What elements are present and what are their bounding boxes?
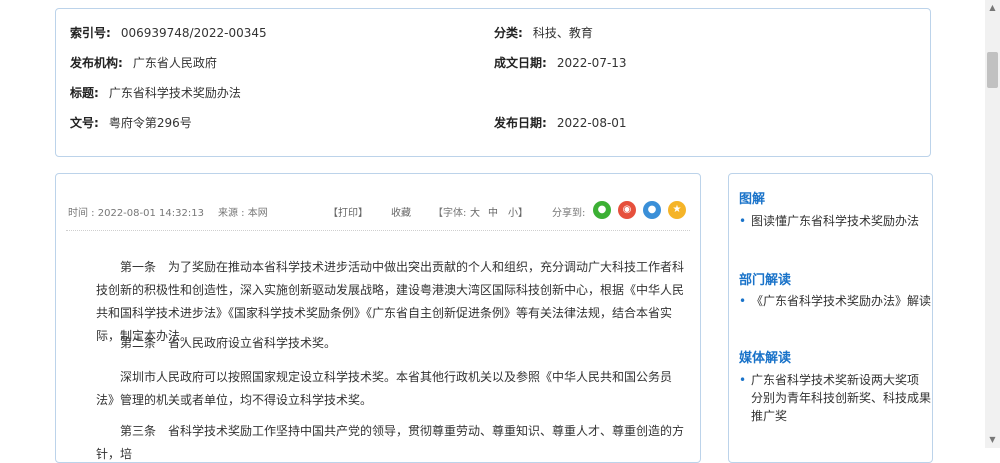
media-section-title: 媒体解读 bbox=[739, 351, 792, 366]
scroll-thumb[interactable] bbox=[987, 52, 998, 88]
dept-link-text[interactable]: 《广东省科学技术奖励办法》解读 bbox=[751, 294, 931, 308]
font-small-link[interactable]: 小】 bbox=[508, 204, 528, 219]
article-panel: 时间 : 2022-08-01 14:32:13 来源 : 本网 【打印】 收藏… bbox=[55, 173, 701, 463]
scroll-up-icon[interactable]: ▲ bbox=[985, 2, 1000, 14]
share-label: 分享到: bbox=[552, 208, 586, 219]
title-label: 标题: bbox=[70, 86, 99, 100]
category-label: 分类: bbox=[494, 26, 523, 40]
bullet-icon: • bbox=[739, 373, 747, 387]
article-paragraph: 第二条 省人民政府设立省科学技术奖。 bbox=[120, 336, 337, 350]
doc-number-label: 文号: bbox=[70, 116, 99, 130]
document-metadata-panel: 索引号: 006939748/2022-00345 分类: 科技、教育 发布机构: 广… bbox=[55, 8, 931, 157]
date-made-value: 2022-07-13 bbox=[556, 56, 627, 70]
date-made-label: 成文日期: bbox=[494, 56, 547, 70]
font-large-link[interactable]: 大 bbox=[470, 204, 480, 219]
title-value: 广东省科学技术奖励办法 bbox=[108, 86, 241, 100]
issuer-value: 广东省人民政府 bbox=[132, 56, 217, 70]
media-link[interactable]: • 广东省科学技术奖新设两大奖项 分别为青年科技创新奖、科技成果推广奖 bbox=[739, 371, 931, 425]
qq-share-icon[interactable]: ● bbox=[643, 201, 661, 219]
dept-section-title: 部门解读 bbox=[739, 273, 792, 288]
print-link[interactable]: 【打印】 bbox=[328, 204, 368, 219]
weibo-share-icon[interactable]: ◉ bbox=[618, 201, 636, 219]
doc-number-row: 文号: 粤府令第296号 bbox=[70, 115, 192, 131]
doc-number-value: 粤府令第296号 bbox=[108, 116, 192, 130]
dept-link[interactable]: • 《广东省科学技术奖励办法》解读 bbox=[739, 292, 931, 310]
font-size-label: 【字体: bbox=[433, 208, 467, 219]
index-number-row: 索引号: 006939748/2022-00345 bbox=[70, 25, 267, 41]
issuer-label: 发布机构: bbox=[70, 56, 123, 70]
issuer-row: 发布机构: 广东省人民政府 bbox=[70, 55, 217, 71]
category-row: 分类: 科技、教育 bbox=[494, 25, 593, 41]
source-text: 来源 : 本网 bbox=[218, 208, 268, 219]
publish-date-value: 2022-08-01 bbox=[556, 116, 627, 130]
publish-date-row: 发布日期: 2022-08-01 bbox=[494, 115, 627, 131]
publish-date-label: 发布日期: bbox=[494, 116, 547, 130]
index-number-value: 006939748/2022-00345 bbox=[120, 26, 267, 40]
title-row: 标题: 广东省科学技术奖励办法 bbox=[70, 85, 241, 101]
index-number-label: 索引号: bbox=[70, 26, 111, 40]
bullet-icon: • bbox=[739, 214, 747, 228]
graphic-link-text[interactable]: 图读懂广东省科学技术奖励办法 bbox=[751, 214, 919, 228]
graphic-section-title: 图解 bbox=[739, 192, 766, 207]
scroll-down-icon[interactable]: ▼ bbox=[985, 434, 1000, 446]
wechat-share-icon[interactable]: ● bbox=[593, 201, 611, 219]
publish-time: 时间 : 2022-08-01 14:32:13 bbox=[68, 208, 204, 219]
qzone-share-icon[interactable]: ★ bbox=[668, 201, 686, 219]
page-scrollbar[interactable]: ▲ ▼ bbox=[985, 0, 1000, 448]
favorite-link[interactable]: 收藏 bbox=[391, 204, 411, 219]
media-link-text[interactable]: 广东省科学技术奖新设两大奖项 分别为青年科技创新奖、科技成果推广奖 bbox=[751, 373, 931, 423]
article-paragraph: 第三条 省科学技术奖励工作坚持中国共产党的领导，贯彻尊重劳动、尊重知识、尊重人才… bbox=[96, 424, 685, 461]
category-value: 科技、教育 bbox=[532, 26, 593, 40]
article-paragraph: 深圳市人民政府可以按照国家规定设立科学技术奖。本省其他行政机关以及参照《中华人民… bbox=[96, 370, 673, 407]
graphic-link[interactable]: • 图读懂广东省科学技术奖励办法 bbox=[739, 212, 931, 230]
toolbar-divider bbox=[66, 230, 690, 231]
bullet-icon: • bbox=[739, 294, 747, 308]
font-medium-link[interactable]: 中 bbox=[488, 204, 498, 219]
date-made-row: 成文日期: 2022-07-13 bbox=[494, 55, 627, 71]
interpretation-sidebar: 图解 • 图读懂广东省科学技术奖励办法 部门解读 • 《广东省科学技术奖励办法》解读… bbox=[728, 173, 933, 463]
